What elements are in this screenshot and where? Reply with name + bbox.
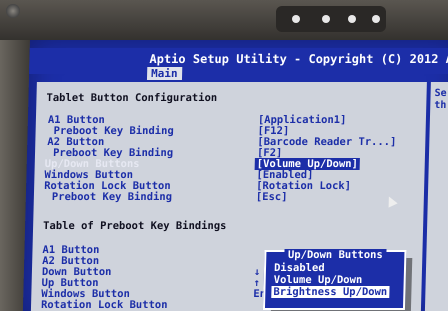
photo-scene: Aptio Setup Utility - Copyright (C) 2012…	[0, 0, 448, 311]
setting-label: Preboot Key Binding	[51, 191, 173, 203]
table-header: Table of Preboot Key Bindings	[42, 220, 227, 232]
help-text: Se	[434, 88, 447, 99]
help-pane: Se th	[424, 82, 448, 311]
binding-label: Rotation Lock Button	[40, 299, 168, 311]
help-text: th	[434, 100, 447, 111]
bios-title: Aptio Setup Utility - Copyright (C) 2012…	[149, 52, 448, 66]
setting-value[interactable]: [Esc]	[256, 191, 288, 203]
camera-light-icon	[322, 15, 330, 23]
camera-light-icon	[372, 15, 380, 23]
section-header: Tablet Button Configuration	[46, 92, 218, 104]
bios-screen: Aptio Setup Utility - Copyright (C) 2012…	[22, 40, 448, 311]
options-popup: Up/Down Buttons Disabled Volume Up/Down …	[262, 249, 407, 310]
popup-title: Up/Down Buttons	[266, 249, 404, 261]
camera-strip	[276, 6, 386, 32]
camera-light-icon	[348, 15, 356, 23]
tab-main[interactable]: Main	[146, 67, 182, 80]
screw-icon	[6, 4, 20, 18]
settings-panel: Tablet Button Configuration A1 Button [A…	[30, 82, 427, 311]
popup-option-highlighted[interactable]: Brightness Up/Down	[271, 286, 390, 298]
popup-option[interactable]: Volume Up/Down	[274, 274, 363, 286]
popup-option[interactable]: Disabled	[274, 262, 325, 274]
camera-light-icon	[292, 15, 300, 23]
popup-title-text: Up/Down Buttons	[283, 249, 387, 261]
